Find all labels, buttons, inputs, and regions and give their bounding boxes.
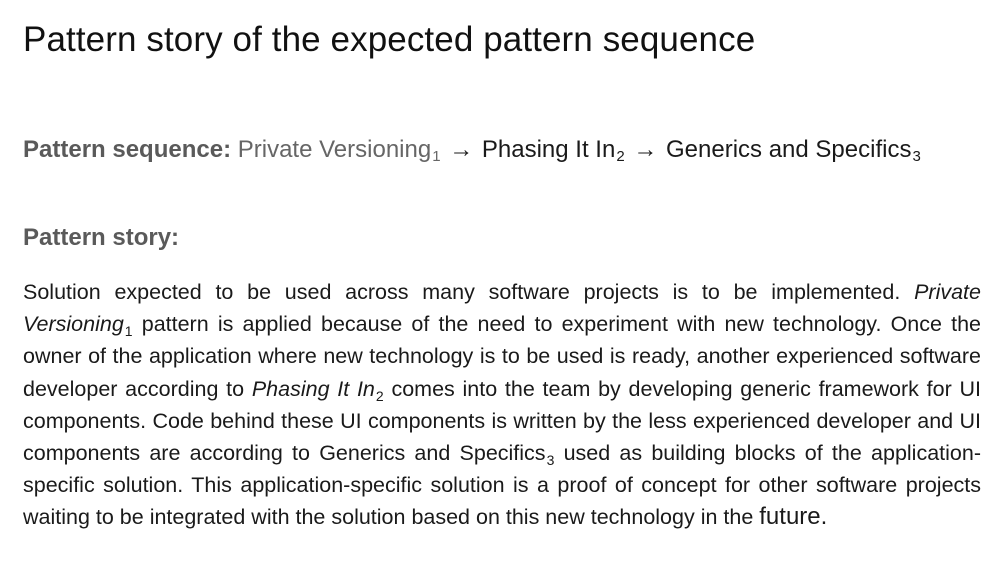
story-pattern-ref-index: 2 [375, 387, 384, 404]
sequence-item-index: 3 [912, 148, 921, 165]
story-pattern-ref-index: 1 [124, 323, 133, 340]
page-title: Pattern story of the expected pattern se… [23, 20, 756, 59]
story-pattern-ref-index: 3 [546, 452, 555, 469]
sequence-item-index: 1 [432, 148, 441, 165]
sequence-item-name: Phasing It In [481, 136, 616, 163]
sequence-item-private-versioning: Private Versioning1 [237, 136, 441, 165]
sequence-item-name: Generics and Specifics [666, 136, 912, 163]
sequence-arrow-icon: → [633, 136, 658, 163]
pattern-story-label: Pattern story: [23, 224, 180, 251]
story-last-word: future. [759, 503, 828, 531]
sequence-item-name: Private Versioning [237, 136, 432, 163]
story-pattern-ref: Phasing It In [251, 376, 375, 401]
story-text-part: Solution expected to be used across many… [23, 280, 915, 304]
sequence-item-index: 2 [616, 148, 625, 165]
sequence-item-phasing-it-in: Phasing It In2 [481, 136, 625, 165]
pattern-story-text: Solution expected to be used across many… [23, 276, 981, 534]
pattern-sequence: Pattern sequence: Private Versioning1 → … [23, 132, 981, 168]
sequence-arrow-icon: → [449, 136, 474, 163]
pattern-sequence-label: Pattern sequence: [23, 136, 232, 163]
sequence-item-generics-and-specifics: Generics and Specifics3 [666, 136, 921, 165]
